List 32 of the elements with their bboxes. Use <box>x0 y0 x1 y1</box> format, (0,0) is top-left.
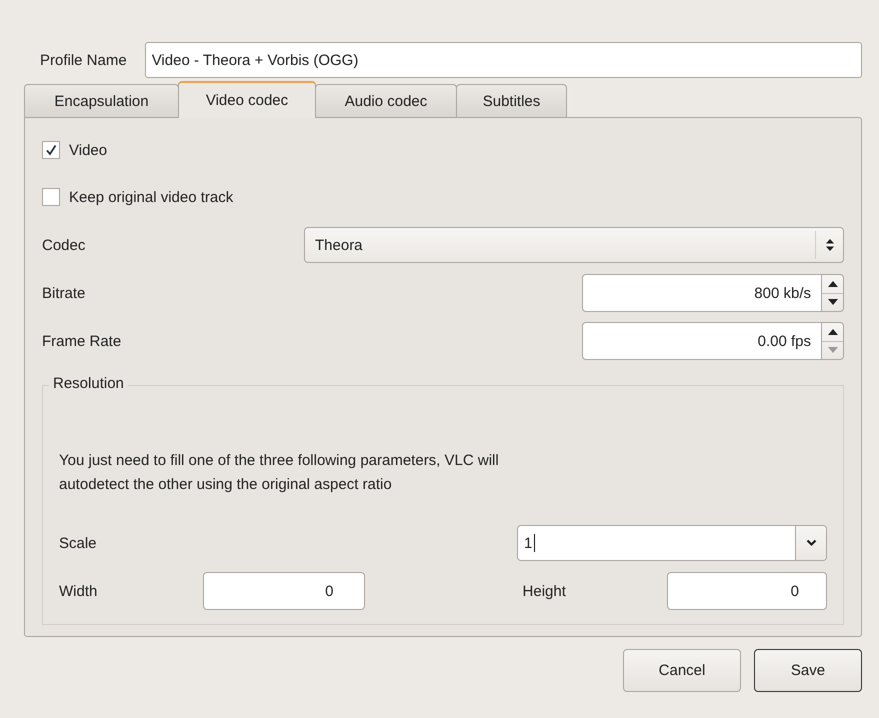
check-mark-icon <box>45 144 57 156</box>
dialog-button[interactable]: Save <box>754 649 862 692</box>
height-label: Height <box>522 582 567 600</box>
tab[interactable]: Video codec <box>178 81 316 118</box>
up-down-arrows-icon <box>825 238 835 252</box>
dialog-button[interactable]: Cancel <box>623 649 741 692</box>
spinner-label: Frame Rate <box>42 332 122 350</box>
hint-text: You just need to fill one of the three following parameters, VLC will autodetect the other using the original aspect ratio <box>59 451 500 495</box>
up-arrow-icon <box>828 280 838 287</box>
codec-dropdown[interactable]: Theora <box>304 227 844 263</box>
spin-box[interactable]: 0.00 fps <box>582 322 822 360</box>
chevron-down-icon <box>806 539 816 547</box>
width-field[interactable]: 0 <box>202 572 365 610</box>
codec-label: Codec <box>42 236 86 254</box>
scale-combo-box[interactable]: 1 <box>517 525 827 561</box>
tab[interactable]: Subtitles <box>456 84 567 117</box>
profile-name-field[interactable]: Video - Theora + Vorbis (OGG) <box>144 42 862 78</box>
spin-box[interactable]: 800 kb/s <box>582 274 822 312</box>
height-field[interactable]: 0 <box>667 572 827 610</box>
checkbox-label: Keep original video track <box>69 188 234 206</box>
down-arrow-icon <box>828 347 838 354</box>
tab[interactable]: Encapsulation <box>24 84 179 117</box>
checkbox[interactable] <box>42 188 60 206</box>
profile-name-label: Profile Name <box>40 52 127 68</box>
checkbox-label: Video <box>69 142 108 158</box>
checkbox[interactable] <box>42 141 60 159</box>
down-arrow-icon <box>828 299 838 306</box>
width-label: Width <box>59 582 98 600</box>
spinner-label: Bitrate <box>42 284 86 302</box>
tab[interactable]: Audio codec <box>315 84 457 117</box>
up-arrow-icon <box>828 328 838 335</box>
scale-label: Scale <box>59 534 97 552</box>
